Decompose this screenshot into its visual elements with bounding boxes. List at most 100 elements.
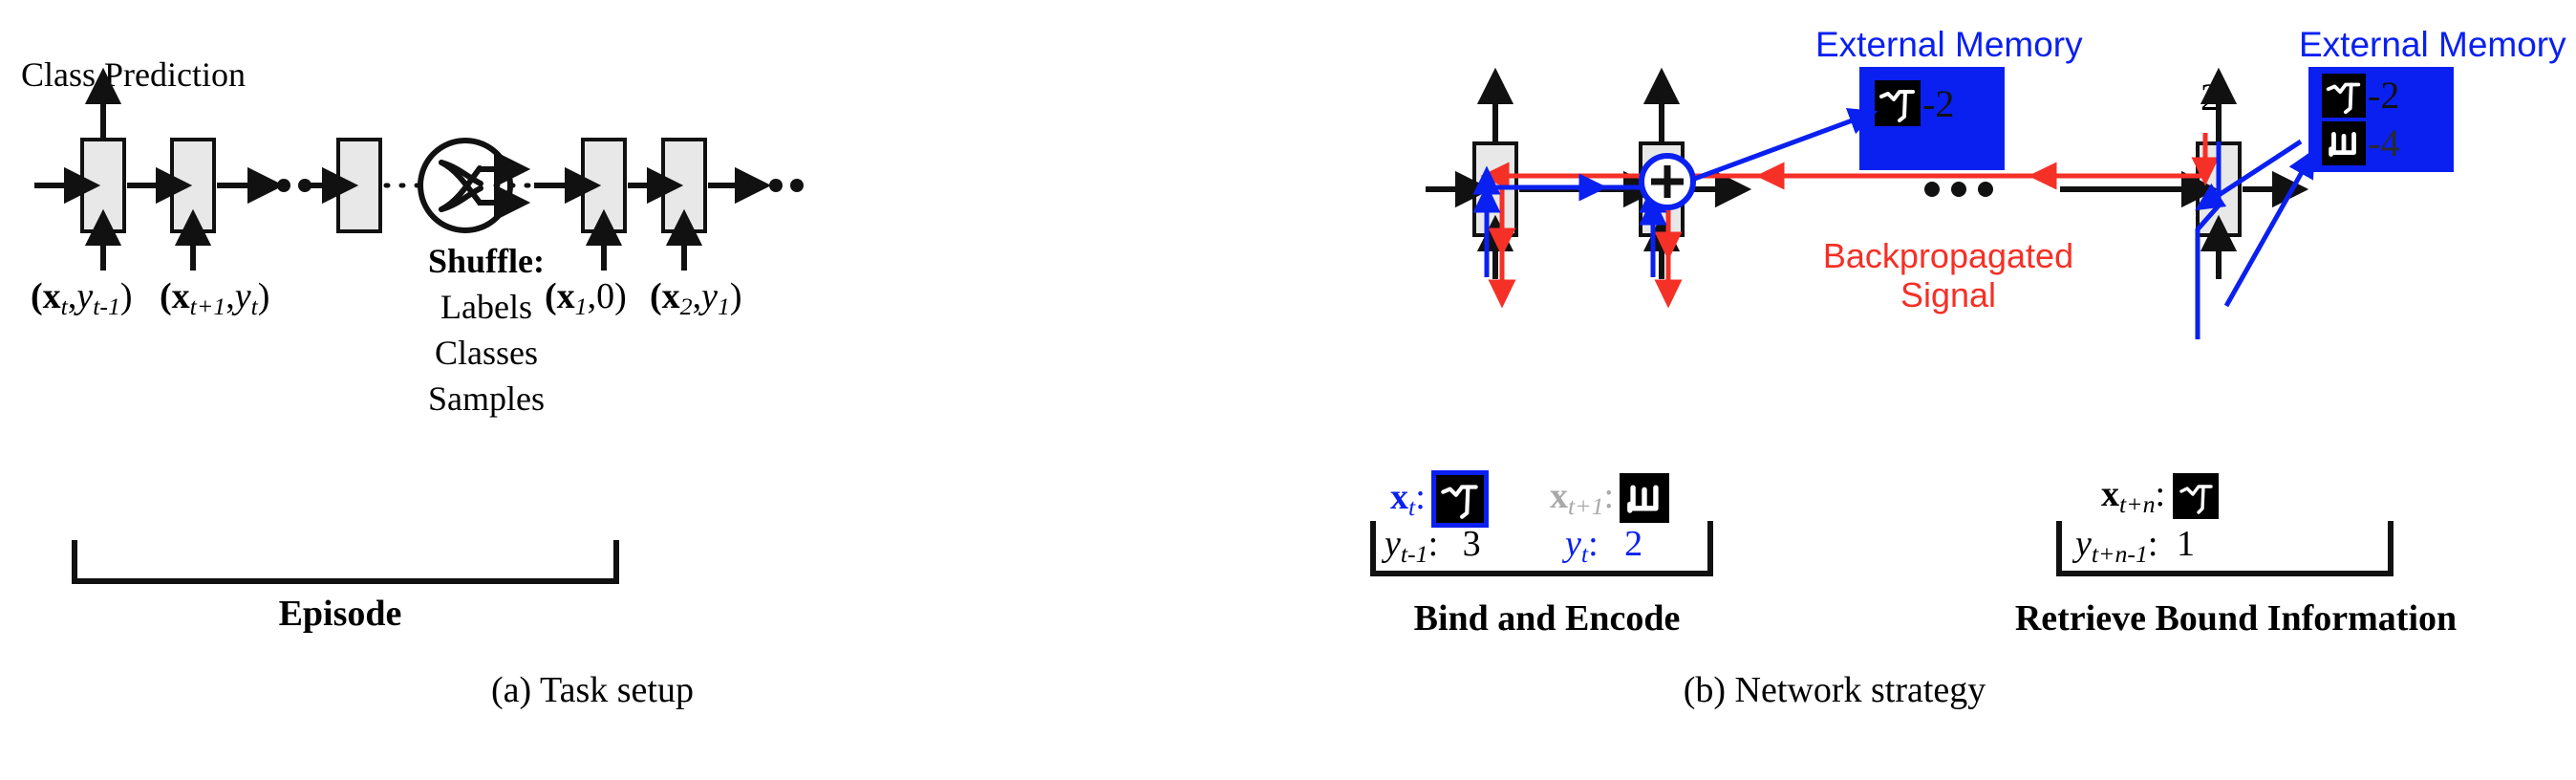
- input-a1-y: y: [76, 276, 94, 316]
- input-a2-close: ): [257, 276, 270, 316]
- input-a4-close: ): [614, 276, 627, 316]
- rnn-cell-b3: [2196, 141, 2242, 237]
- label-b3-y-value: 1: [2176, 524, 2195, 564]
- diagram-vector-layer: [34, 67, 2394, 584]
- input-b2-x: x: [1550, 475, 1568, 516]
- memory-entry-right-1-value: -4: [2368, 121, 2400, 164]
- input-b3-symbol: xt+n:: [2101, 474, 2166, 519]
- input-label-a2: (xt+1,yt): [160, 275, 269, 321]
- input-a4-y: 0: [596, 276, 615, 316]
- input-b1-x: x: [1390, 476, 1408, 517]
- input-label-a5: (x2,y1): [650, 275, 742, 321]
- omniglot-glyph-icon: [2322, 120, 2366, 165]
- backpropagated-signal-label: Backpropagated Signal: [1771, 236, 2125, 315]
- label-b2-y-sub: t: [1580, 540, 1589, 569]
- panel-b-ellipsis-dots: [1924, 182, 1993, 197]
- omniglot-glyph-icon: [2322, 73, 2366, 118]
- external-memory-title-right: External Memory: [2299, 25, 2566, 64]
- rnn-cell-a4: [581, 138, 627, 233]
- panel-b-caption: (b) Network strategy: [1683, 670, 1986, 710]
- omniglot-glyph-icon: [1620, 473, 1670, 523]
- rnn-cell-a1: [80, 138, 126, 233]
- input-a5-close: ): [729, 276, 742, 316]
- rnn-cell-b1: [1472, 141, 1518, 237]
- shuffle-item-samples: Samples: [428, 379, 545, 418]
- input-a2-open: (: [160, 276, 172, 316]
- input-a2-y: y: [234, 276, 251, 316]
- input-b1-x-sub: t: [1408, 493, 1416, 522]
- rnn-cell-a5: [661, 138, 707, 233]
- external-memory-block-right: -2 -4: [2308, 67, 2454, 172]
- rnn-cell-a3: [336, 138, 382, 233]
- omniglot-glyph-icon: [1875, 80, 1921, 126]
- input-a5-x: x: [661, 276, 680, 316]
- shuffle-icon: [418, 138, 531, 233]
- input-a5-y-sub: 1: [717, 292, 730, 321]
- class-prediction-label: Class Prediction: [21, 55, 246, 94]
- episode-bracket: [72, 540, 619, 584]
- panel-a-caption: (a) Task setup: [491, 670, 694, 710]
- episode-label: Episode: [278, 594, 402, 634]
- external-memory-block-left: -2: [1859, 67, 2005, 170]
- output-value-right: 2: [2200, 76, 2220, 119]
- memory-entry-left-0: -2: [1875, 80, 1954, 126]
- omniglot-glyph-icon: [2173, 473, 2220, 520]
- input-b3-x: x: [2101, 474, 2119, 514]
- input-b2-symbol: xt+1:: [1550, 475, 1615, 521]
- input-a5-x-sub: 2: [679, 292, 693, 321]
- shuffle-label-group: Shuffle: Labels Classes Samples: [405, 241, 568, 419]
- input-a5-y: y: [701, 276, 718, 316]
- input-b3-group: xt+n:: [2101, 473, 2220, 520]
- input-a4-x-sub: 1: [574, 292, 588, 321]
- input-b2-group: xt+1:: [1550, 473, 1670, 523]
- input-a1-y-sub: t-1: [93, 292, 120, 321]
- label-b1-y-sub: t-1: [1400, 540, 1428, 569]
- shuffle-item-classes: Classes: [435, 334, 538, 372]
- rnn-cell-b2: [1639, 141, 1685, 237]
- rnn-cell-a2: [170, 138, 216, 233]
- panel-a-input-arrows: [84, 208, 703, 271]
- input-a2-x: x: [171, 276, 190, 316]
- label-b1-y-value: 3: [1462, 524, 1481, 564]
- label-b1-y: yt-1: 3: [1385, 524, 1481, 569]
- label-b2-y-sym: y: [1565, 524, 1581, 564]
- omniglot-glyph-icon: [1430, 470, 1489, 528]
- input-a4-comma: ,: [587, 276, 597, 316]
- input-a1-x: x: [42, 276, 61, 316]
- input-a1-x-sub: t: [60, 292, 68, 321]
- memory-entry-left-0-value: -2: [1922, 81, 1955, 125]
- input-label-a1: (xt,yt-1): [31, 275, 133, 321]
- figure-root: Class Prediction Shuffle: Labels Classes…: [0, 0, 2576, 780]
- shuffle-title: Shuffle:: [427, 242, 545, 280]
- input-label-a4: (x1,0): [545, 275, 627, 321]
- shuffle-item-labels: Labels: [440, 288, 532, 326]
- input-a5-open: (: [650, 276, 662, 316]
- input-b1-group: xt:: [1390, 470, 1489, 528]
- input-a1-open: (: [31, 276, 43, 316]
- label-b3-y-sym: y: [2075, 524, 2092, 564]
- label-b3-y: yt+n-1: 1: [2075, 524, 2195, 569]
- input-b3-x-sub: t+n: [2119, 490, 2156, 519]
- input-a1-close: ): [119, 276, 133, 316]
- backprop-line-1: Backpropagated: [1822, 236, 2074, 275]
- memory-entry-right-1: -4: [2322, 120, 2399, 165]
- input-a2-comma: ,: [225, 276, 235, 316]
- input-a4-x: x: [556, 276, 575, 316]
- label-b2-y-value: 2: [1624, 524, 1643, 564]
- input-a2-x-sub: t+1: [189, 292, 226, 321]
- group-label-bind-and-encode: Bind and Encode: [1413, 598, 1681, 639]
- input-b1-symbol: xt:: [1390, 476, 1426, 522]
- input-a4-open: (: [545, 276, 557, 316]
- input-a5-comma: ,: [692, 276, 702, 316]
- input-a1-comma: ,: [67, 276, 77, 316]
- external-memory-title-left: External Memory: [1815, 25, 2083, 64]
- input-b2-x-sub: t+1: [1568, 492, 1604, 521]
- input-a2-y-sub: t: [250, 292, 258, 321]
- panel-b-output-arrows: [1476, 67, 2238, 141]
- backprop-line-2: Signal: [1900, 275, 1997, 315]
- memory-entry-right-0-value: -2: [2368, 74, 2400, 117]
- label-b2-y: yt: 2: [1565, 524, 1643, 569]
- label-b1-y-sym: y: [1385, 524, 1401, 564]
- group-label-retrieve-bound-information: Retrieve Bound Information: [2014, 598, 2458, 639]
- label-b3-y-sub: t+n-1: [2091, 540, 2148, 569]
